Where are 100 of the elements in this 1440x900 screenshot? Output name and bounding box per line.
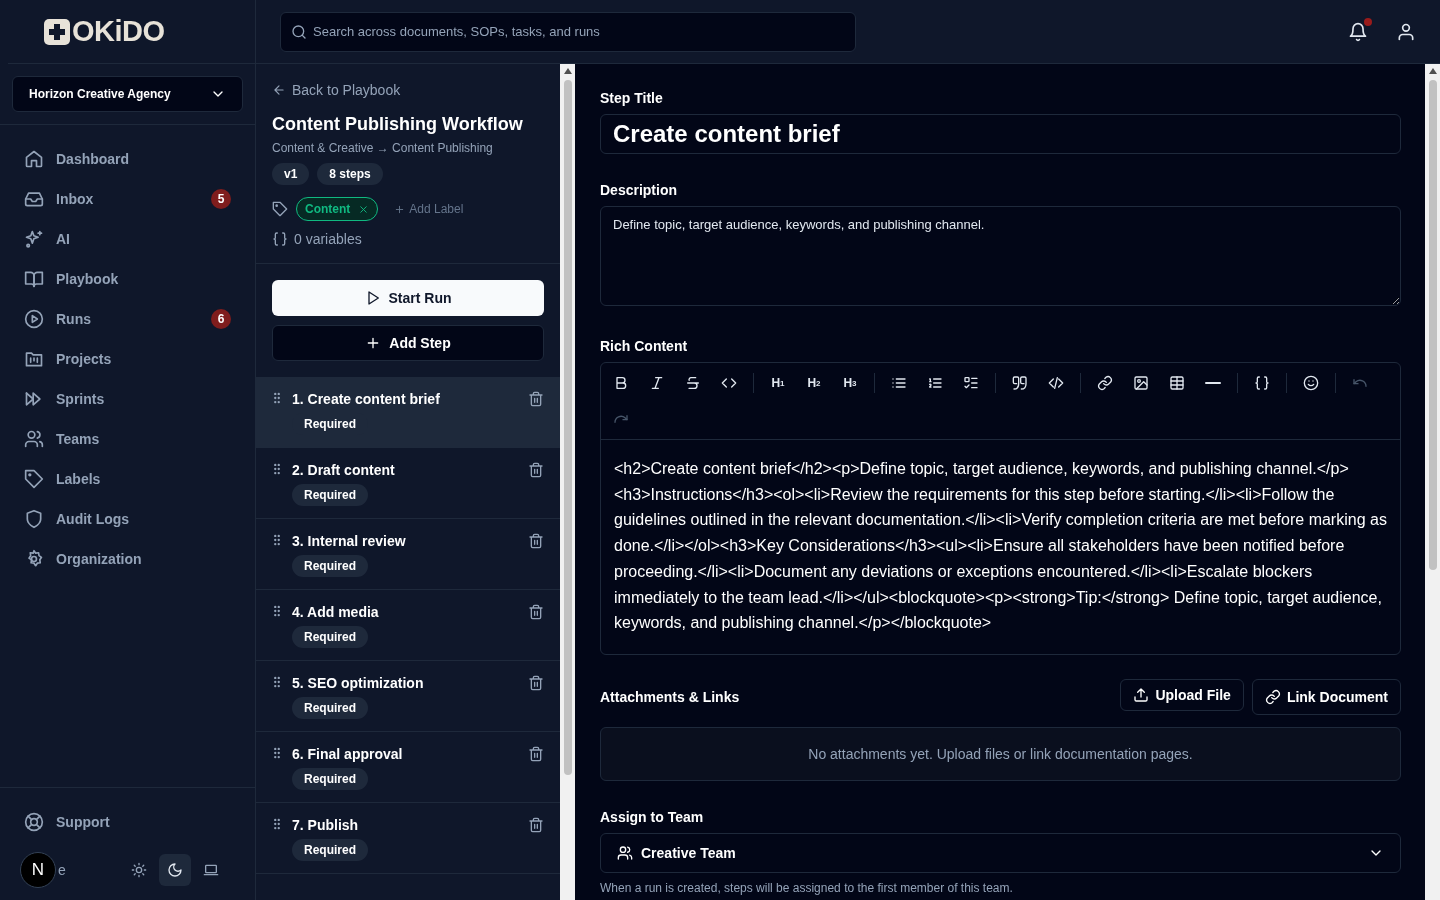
link-icon: [1097, 375, 1113, 391]
sparkle-icon: [24, 229, 44, 249]
info-badge: v1: [272, 163, 310, 185]
trash-icon[interactable]: [528, 746, 544, 762]
step-item[interactable]: 3. Internal review Required: [256, 519, 560, 590]
nav-item[interactable]: Dashboard: [12, 139, 243, 179]
upload-icon: [1133, 686, 1150, 703]
add-step-button[interactable]: Add Step: [272, 325, 544, 361]
back-link[interactable]: Back to Playbook: [272, 82, 544, 98]
play-circle-icon: [24, 309, 44, 329]
inbox-icon: [24, 189, 44, 209]
editor-content: <h2>Create content brief</h2><p>Define topic, target audience, keywords, and publishing channel.</p><h3>Instructions</h3><ol><li>Review the requirements for this step before starting.</li><li>Follow the guidelines outlined in the relevant documentation.</li><li>Verify completion criteria are met before marking as done.</li></ol><h3>Key Considerations</h3><ul><li>Ensure all stakeholders have been notified before proceeding.</li><li>Document any deviations or exceptions encountered.</li><li>Escalate blockers immediately to the team lead.</li></ul><blockquote><p><strong>Tip:</strong> Define topic, target audience, keywords, and publishing channel.</p></blockquote>: [613, 459, 1388, 634]
nav-item[interactable]: Runs 6: [12, 299, 243, 339]
step-title: 4. Add media: [292, 604, 379, 620]
nav-item[interactable]: Audit Logs: [12, 499, 243, 539]
image-icon: [1133, 375, 1149, 391]
nav-item[interactable]: Inbox 5: [12, 179, 243, 219]
tag-icon: [24, 469, 44, 489]
nav-item[interactable]: AI: [12, 219, 243, 259]
search-bar[interactable]: Search across documents, SOPs, tasks, and runs: [280, 11, 856, 52]
braces-icon: [272, 231, 288, 247]
book-icon: [24, 269, 44, 289]
step-title-field[interactable]: Create content brief: [600, 114, 1401, 154]
link-document-button[interactable]: Link Document: [1251, 678, 1401, 715]
code-slash-icon: [1048, 375, 1064, 391]
table-icon: [1169, 375, 1185, 391]
smiley-icon: [1303, 375, 1319, 391]
trash-icon[interactable]: [528, 462, 544, 478]
users-icon: [617, 844, 633, 861]
upload-file-button[interactable]: Upload File: [1120, 678, 1244, 711]
scrollbar[interactable]: [1425, 64, 1440, 900]
field-label: Attachments & Links: [600, 688, 740, 705]
trash-icon[interactable]: [528, 391, 544, 407]
step-title: 1. Create content brief: [292, 391, 440, 407]
step-title: 2. Draft content: [292, 462, 395, 478]
braces-icon: [1254, 375, 1270, 391]
empty-state: No attachments yet. Upload files or link documentation pages.: [600, 726, 1401, 781]
plus-icon: [394, 203, 406, 215]
logo-text: OKiDO: [72, 15, 165, 48]
nav-item[interactable]: Labels: [12, 459, 243, 499]
step-title: 7. Publish: [292, 817, 359, 833]
step-title: 5. SEO optimization: [292, 675, 424, 691]
team-select[interactable]: Creative Team: [600, 832, 1401, 873]
label-chip: Content: [296, 197, 379, 221]
laptop-icon: [203, 862, 219, 878]
scrollbar[interactable]: [560, 64, 575, 900]
shield-icon: [24, 509, 44, 529]
nav-item[interactable]: Projects: [12, 339, 243, 379]
link-icon: [1264, 688, 1281, 705]
nav-item[interactable]: Teams: [12, 419, 243, 459]
info-badge: 8 steps: [317, 163, 383, 185]
bold-icon: [613, 375, 629, 391]
nav-item[interactable]: Playbook: [12, 259, 243, 299]
rich-text-editor[interactable]: [600, 362, 1401, 655]
support-link[interactable]: Support: [12, 802, 243, 842]
trash-icon[interactable]: [528, 533, 544, 549]
theme-label: e: [58, 862, 66, 878]
field-label: Description: [600, 182, 678, 198]
strikethrough-icon: [685, 375, 701, 391]
step-item[interactable]: 4. Add media Required: [256, 590, 560, 661]
folder-chart-icon: [24, 349, 44, 369]
add-label-button[interactable]: Add Label: [386, 202, 472, 216]
avatar[interactable]: N: [20, 852, 56, 888]
step-item[interactable]: 2. Draft content Required: [256, 448, 560, 519]
user-icon: [1396, 21, 1416, 42]
variables-count: 0 variables: [294, 231, 362, 247]
required-badge: Required: [292, 484, 368, 506]
step-item[interactable]: 7. Publish Required: [256, 803, 560, 874]
step-item[interactable]: 6. Final approval Required: [256, 732, 560, 803]
search-field[interactable]: Search across documents, SOPs, tasks, and runs: [311, 23, 845, 40]
required-badge: Required: [292, 555, 368, 577]
moon-theme-button[interactable]: [159, 854, 191, 886]
search-icon: [291, 23, 307, 40]
close-icon: [358, 203, 370, 215]
required-badge: Required: [292, 697, 368, 719]
trash-icon[interactable]: [528, 675, 544, 691]
description-field[interactable]: Define topic, target audience, keywords, and publishing channel.: [600, 206, 1401, 306]
logo-icon: [44, 18, 70, 45]
bell-icon: [1348, 21, 1368, 42]
step-title: 3. Internal review: [292, 533, 406, 549]
count-badge: 6: [211, 309, 231, 329]
field-label: Step Title: [600, 90, 664, 106]
helper-text: When a run is created, steps will be assigned to the first member of this team.: [600, 880, 1014, 895]
checklist-icon: [963, 375, 979, 391]
trash-icon[interactable]: [528, 604, 544, 620]
required-badge: Required: [292, 768, 368, 790]
nav-item[interactable]: Organization: [12, 539, 243, 579]
moon-icon: [167, 862, 183, 878]
required-badge: Required: [292, 626, 368, 648]
tag-icon: [272, 201, 288, 217]
nav-item[interactable]: Sprints: [12, 379, 243, 419]
breadcrumb: Content & Creative → Content Publishing: [272, 141, 494, 155]
start-run-button[interactable]: Start Run: [272, 280, 544, 316]
field-label: Assign to Team: [600, 808, 705, 825]
step-title: 6. Final approval: [292, 746, 403, 762]
step-item[interactable]: 5. SEO optimization Required: [256, 661, 560, 732]
organization-selector[interactable]: Horizon Creative Agency: [12, 76, 243, 112]
trash-icon[interactable]: [528, 817, 544, 833]
step-item[interactable]: 1. Create content brief Required: [256, 377, 560, 448]
arrow-left-icon: [272, 83, 286, 97]
